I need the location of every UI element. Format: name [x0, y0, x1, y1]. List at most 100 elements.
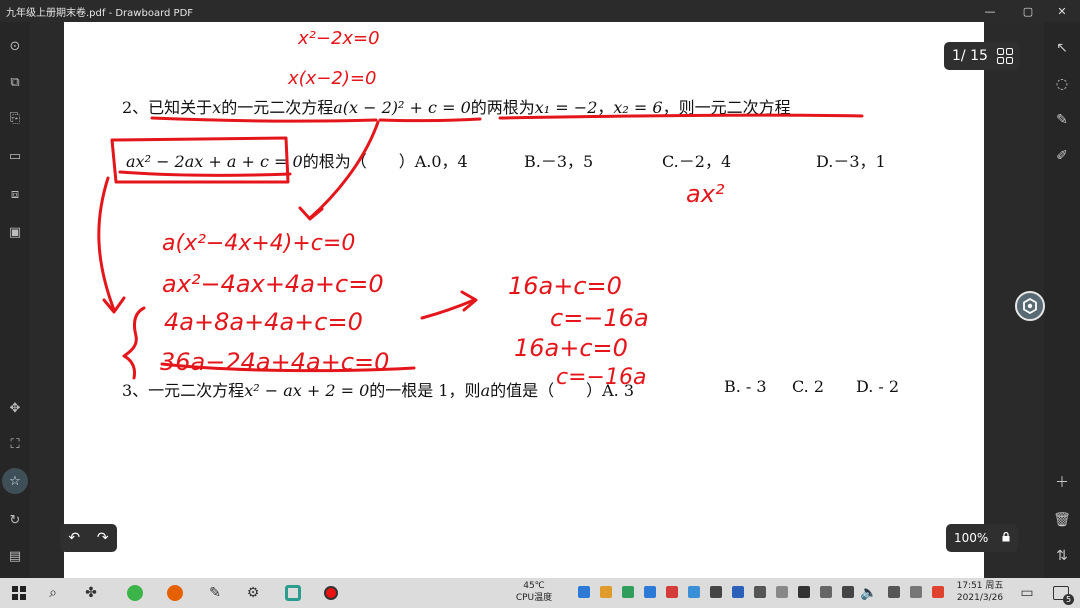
tray-icon-5[interactable] — [666, 586, 678, 598]
tray-icon-14[interactable] — [888, 586, 900, 598]
floating-menu-button[interactable] — [1015, 291, 1045, 321]
cursor-icon[interactable]: ↖ — [1050, 36, 1074, 60]
drawboard-icon[interactable] — [282, 582, 304, 604]
windows-start-icon[interactable] — [8, 582, 30, 604]
word-icon[interactable] — [732, 586, 744, 598]
q3-text-1: 3、一元二次方程 — [122, 381, 245, 400]
star-icon[interactable]: ☆ — [2, 468, 28, 494]
ink-arrow-1-head — [298, 206, 324, 221]
left-toolbar: ⊙ ⧉ ⎘ ▭ ⧈ ▣ ✥ ⛶ ☆ ↻ ▤ — [0, 22, 30, 578]
lock-icon[interactable] — [1002, 532, 1010, 542]
ink-arrow-2 — [97, 176, 116, 312]
undo-icon[interactable]: ↶ — [68, 530, 80, 546]
q2-option-a: 的根为（ ）A.0，4 — [302, 152, 468, 171]
move-icon[interactable]: ✥ — [3, 396, 27, 420]
q2-equation-1: a(x − 2)² + c = 0 — [333, 98, 471, 117]
delete-icon[interactable]: 🗑 — [1050, 508, 1074, 532]
q2-text-1: 2、已知关于 — [122, 98, 213, 117]
q2-equation-2: ax² − 2ax + a + c = 0 — [126, 152, 303, 171]
tray-icon-4[interactable] — [644, 586, 656, 598]
desktop-icon[interactable]: ▭ — [1016, 582, 1038, 604]
zoom-control[interactable]: 100% — [946, 524, 1018, 552]
title-bar: 九年级上册期末卷.pdf - Drawboard PDF — ▢ ✕ — [0, 0, 1080, 22]
ink-underline-box — [118, 170, 292, 177]
question-3-line: 3、一元二次方程x² − ax + 2 = 0的一根是 1，则a的值是（ ）A.… — [122, 377, 634, 401]
tray-icon-3[interactable] — [622, 586, 634, 598]
ink-arrow-2-head — [102, 296, 126, 314]
bookmark-icon[interactable]: ⧈ — [3, 182, 27, 206]
question-2-line-1: 2、已知关于x的一元二次方程a(x − 2)² + c = 0的两根为x₁ = … — [122, 94, 791, 118]
lasso-icon[interactable]: ◌ — [1050, 72, 1074, 96]
ink-arrow-3-head — [460, 290, 478, 312]
pen-icon[interactable]: ✎ — [1050, 108, 1074, 132]
ink-right-work-3: 16a+c=0 — [514, 334, 628, 362]
add-icon[interactable]: ＋ — [1050, 470, 1074, 494]
tray-icon-9[interactable] — [754, 586, 766, 598]
search-icon[interactable]: ⌕ — [42, 582, 64, 604]
ink-brace — [122, 306, 146, 380]
q2-text-4: ，则一元二次方程 — [662, 98, 791, 117]
tray-icon-10[interactable] — [776, 586, 788, 598]
tray-icon-16[interactable] — [932, 586, 944, 598]
copy-icon[interactable]: ⎘ — [3, 106, 27, 130]
taskbar: ⌕ ✤ ✎ ⚙ 45℃ CPU温度 🔈 17:51 周五 2021/3/26 ▭ — [0, 578, 1080, 608]
page-indicator[interactable]: 1/ 15 — [944, 42, 1020, 70]
grid-view-icon[interactable] — [997, 48, 1013, 64]
tray-icon-12[interactable] — [820, 586, 832, 598]
q2-option-d: D.－3，1 — [816, 152, 886, 171]
tray-icon-11[interactable] — [798, 586, 810, 598]
zoom-level: 100% — [954, 531, 989, 545]
tray-icon-1[interactable] — [578, 586, 590, 598]
notification-icon[interactable]: 5 — [1050, 582, 1074, 605]
settings-icon[interactable]: ⊙ — [3, 34, 27, 58]
page-view-icon[interactable]: ▭ — [3, 144, 27, 168]
q2-option-c: C.－2，4 — [662, 152, 732, 171]
ink-right-work-1: 16a+c=0 — [508, 272, 622, 300]
app-window: 九年级上册期末卷.pdf - Drawboard PDF — ▢ ✕ ⊙ ⧉ ⎘… — [0, 0, 1080, 608]
ink-work-3: 4a+8a+4a+c=0 — [164, 308, 363, 336]
q2-option-b: B.－3，5 — [524, 152, 594, 171]
cpu-label: CPU温度 — [515, 593, 553, 603]
undo-redo-group: ↶ ↷ — [60, 524, 117, 552]
pdf-page[interactable]: 2、已知关于x的一元二次方程a(x − 2)² + c = 0的两根为x₁ = … — [64, 22, 984, 578]
left-gutter — [30, 22, 64, 578]
q3-option-a: 的值是（ ）A. 3 — [490, 381, 635, 400]
notification-count: 5 — [1063, 594, 1074, 605]
volume-icon[interactable]: 🔈 — [858, 582, 880, 604]
window-title: 九年级上册期末卷.pdf - Drawboard PDF — [6, 7, 194, 19]
minimize-button[interactable]: — — [972, 0, 1008, 22]
app-pinwheel-icon[interactable]: ✤ — [80, 582, 102, 604]
ink-underline-q3 — [160, 362, 416, 373]
refresh-icon[interactable]: ↻ — [3, 508, 27, 532]
clock-time[interactable]: 17:51 周五 — [954, 581, 1006, 592]
q3-var-a: a — [480, 381, 491, 400]
firefox-icon[interactable] — [164, 582, 186, 604]
clock-date[interactable]: 2021/3/26 — [954, 593, 1006, 604]
q2-var-x: x — [212, 98, 222, 117]
tray-icon-13[interactable] — [842, 586, 854, 598]
ink-underline-1 — [150, 116, 378, 123]
arrange-icon[interactable]: ⇅ — [1050, 544, 1074, 568]
close-button[interactable]: ✕ — [1044, 0, 1080, 22]
redo-icon[interactable]: ↷ — [97, 530, 109, 546]
settings-gear-icon[interactable]: ⚙ — [242, 582, 264, 604]
save-icon[interactable]: ▣ — [3, 220, 27, 244]
highlighter-icon[interactable]: ✐ — [1050, 144, 1074, 168]
fullscreen-icon[interactable]: ⛶ — [3, 432, 27, 456]
ink-underline-2 — [378, 117, 482, 123]
q2-text-2: 的一元二次方程 — [221, 98, 334, 117]
record-icon[interactable] — [320, 582, 342, 604]
maximize-button[interactable]: ▢ — [1010, 0, 1046, 22]
input-method-icon[interactable] — [910, 586, 922, 598]
display-icon[interactable]: ▤ — [3, 544, 27, 568]
tray-icon-7[interactable] — [710, 586, 722, 598]
app-green-icon[interactable] — [124, 582, 146, 604]
q3-equation: x² − ax + 2 = 0 — [244, 381, 370, 400]
q3-option-b: B. - 3 — [724, 377, 767, 396]
pages-icon[interactable]: ⧉ — [3, 70, 27, 94]
question-2-line-2: ax² − 2ax + a + c = 0的根为（ ）A.0，4 — [126, 148, 468, 172]
app-pencil-icon[interactable]: ✎ — [204, 582, 226, 604]
tray-icon-2[interactable] — [600, 586, 612, 598]
tray-icon-6[interactable] — [688, 586, 700, 598]
cpu-temp: 45℃ — [523, 581, 545, 591]
